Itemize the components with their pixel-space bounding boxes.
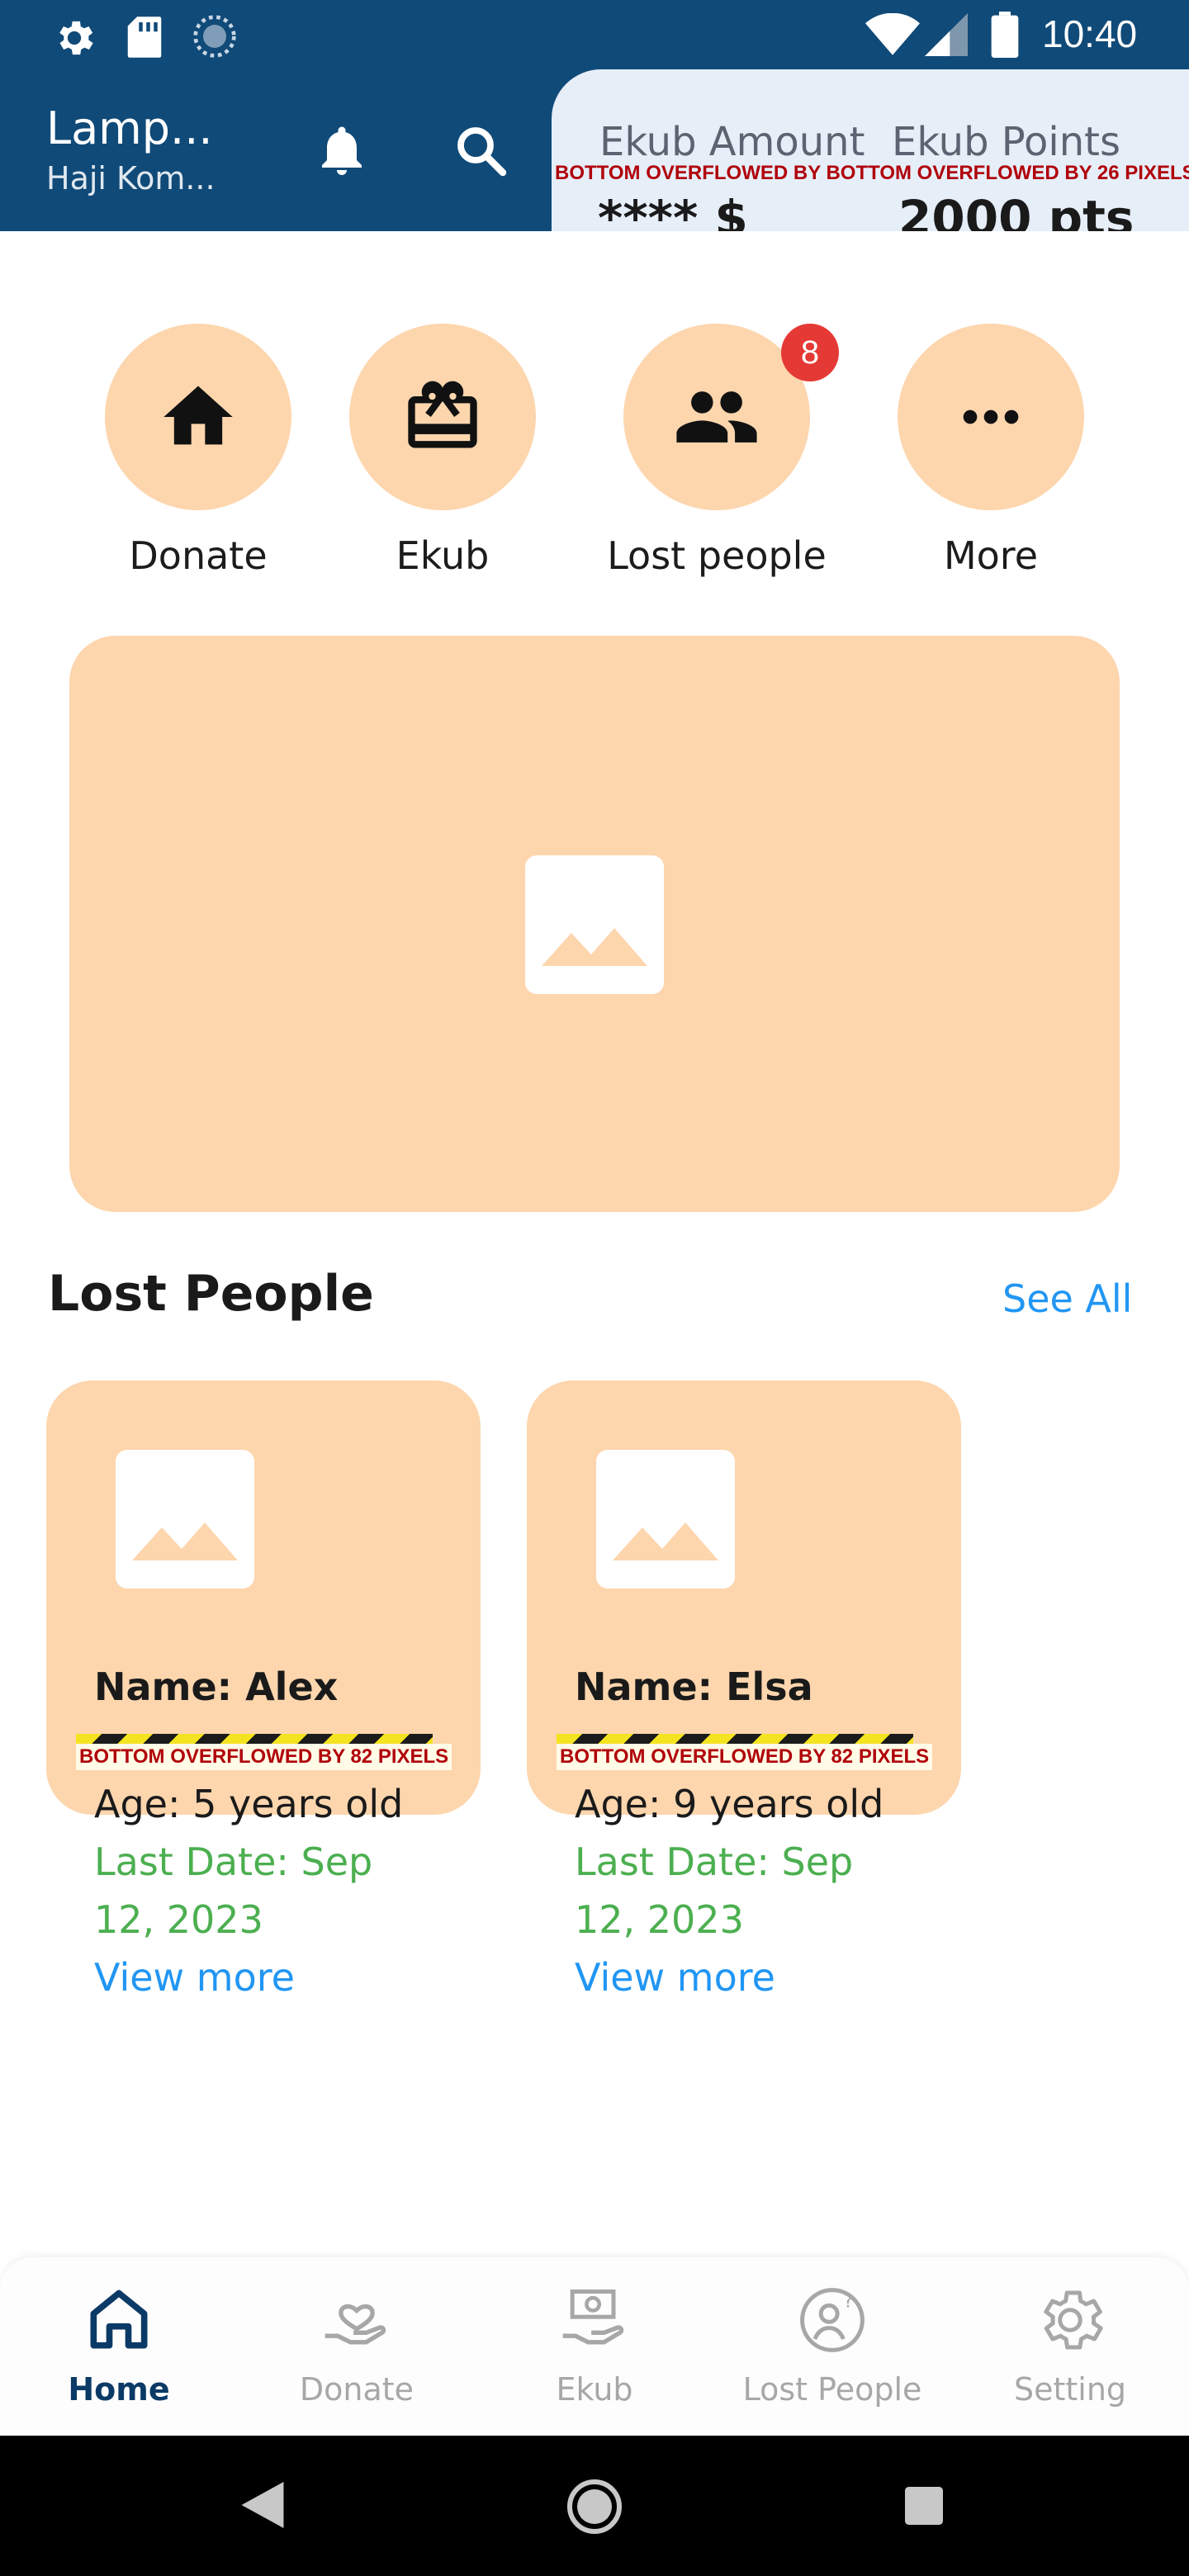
nav-item-setting[interactable]: Setting [963, 2257, 1177, 2436]
quick-action-label: More [943, 533, 1039, 578]
user-location: Haji Kom... [46, 160, 216, 197]
last-date: Last Date: Sep [575, 1840, 854, 1884]
ekub-amount-value: **** $ [598, 190, 748, 231]
nav-label: Ekub [556, 2371, 633, 2408]
person-age: Age: 5 years old [94, 1782, 404, 1826]
quick-action-label: Lost people [607, 533, 827, 578]
nav-item-lost-people[interactable]: ? Lost People [725, 2257, 940, 2436]
quick-action-circle [349, 324, 536, 510]
nav-item-ekub[interactable]: Ekub [487, 2257, 702, 2436]
home-outline-icon [90, 2290, 148, 2349]
ekub-points-label: Ekub Points [892, 119, 1120, 165]
nav-label: Home [68, 2371, 170, 2408]
see-all-link[interactable]: See All [1002, 1276, 1132, 1321]
home-icon [163, 386, 233, 445]
nav-label: Lost People [742, 2371, 922, 2408]
overflow-label: BOTTOM OVERFLOWED BY 82 PIXELS [76, 1744, 452, 1770]
settings-gear-icon [1044, 2290, 1103, 2350]
notification-badge: 8 [781, 324, 839, 381]
last-date: Last Date: Sep [94, 1840, 373, 1884]
person-age: Age: 9 years old [575, 1782, 884, 1826]
ekub-summary-card[interactable]: Ekub Amount Ekub Points BOTTOM OVERFLOWE… [552, 69, 1189, 231]
quick-action-label: Donate [129, 533, 268, 578]
overflow-warning: BOTTOM OVERFLOWED BY BOTTOM OVERFLOWED B… [555, 162, 1189, 184]
promo-banner[interactable] [69, 636, 1120, 1212]
wifi-icon [865, 13, 920, 55]
section-title: Lost People [48, 1265, 374, 1323]
gear-icon [59, 21, 93, 55]
nav-label: Setting [1013, 2371, 1127, 2408]
system-navigation-bar [0, 2436, 1189, 2576]
sd-card-icon [127, 17, 162, 58]
quick-action-circle [105, 324, 291, 510]
person-name: Name: Alex [94, 1664, 339, 1709]
quick-action-ekub[interactable]: Ekub [302, 324, 583, 596]
back-icon[interactable] [241, 2482, 284, 2528]
image-placeholder-icon [116, 1450, 254, 1589]
home-button-icon[interactable] [565, 2477, 624, 2536]
svg-text:?: ? [843, 2291, 853, 2313]
image-placeholder-icon [596, 1450, 735, 1589]
status-time: 10:40 [1042, 12, 1138, 55]
money-hand-icon [562, 2290, 624, 2345]
last-date-year: 12, 2023 [94, 1897, 263, 1942]
last-date-year: 12, 2023 [575, 1897, 744, 1942]
bottom-navigation: Home Donate Ekub ? Lost People Setting [0, 2257, 1189, 2436]
gift-card-icon [408, 381, 477, 448]
quick-action-circle [898, 324, 1084, 510]
bell-icon[interactable] [312, 121, 372, 180]
people-icon [676, 391, 757, 443]
recents-icon[interactable] [905, 2487, 943, 2525]
more-icon [963, 410, 1019, 424]
ekub-amount-label: Ekub Amount [599, 119, 865, 165]
battery-icon [991, 12, 1019, 58]
quick-action-donate[interactable]: Donate [58, 324, 339, 596]
nav-label: Donate [299, 2371, 414, 2408]
signal-icon [925, 13, 968, 56]
user-name: Lamp... [46, 102, 213, 154]
ekub-points-value: 2000 pts [898, 190, 1135, 231]
quick-action-more[interactable]: More [850, 324, 1131, 596]
status-bar: 10:40 [0, 0, 1189, 69]
nav-item-home[interactable]: Home [12, 2257, 226, 2436]
view-more-link[interactable]: View more [94, 1949, 295, 2006]
search-icon[interactable] [451, 121, 510, 180]
view-more-link[interactable]: View more [575, 1949, 775, 2006]
person-name: Name: Elsa [575, 1664, 813, 1709]
donate-hand-icon [324, 2304, 386, 2345]
sync-icon [193, 15, 236, 58]
nav-item-donate[interactable]: Donate [249, 2257, 464, 2436]
quick-action-label: Ekub [396, 533, 490, 578]
lost-person-icon: ? [800, 2288, 865, 2352]
overflow-label: BOTTOM OVERFLOWED BY 82 PIXELS [557, 1744, 933, 1770]
image-placeholder-icon [525, 855, 664, 994]
quick-action-lost-people[interactable]: 8 Lost people [576, 324, 857, 596]
